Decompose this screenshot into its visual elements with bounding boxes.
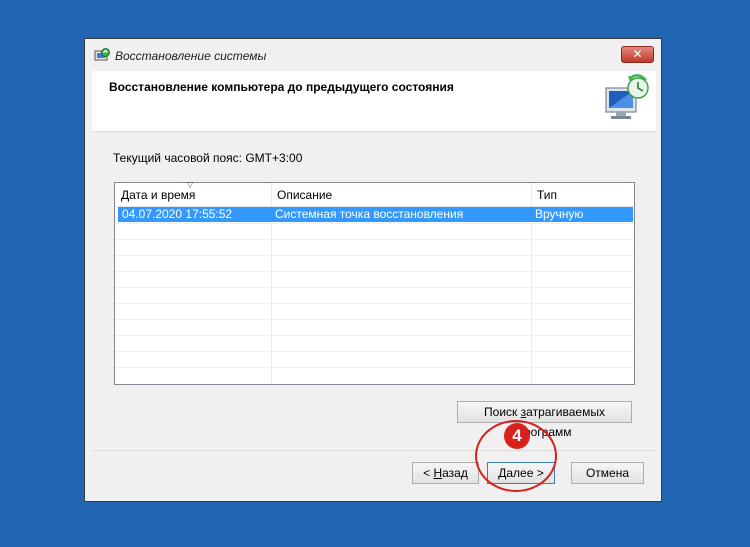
restore-computer-graphic: [605, 74, 649, 119]
cell-type: Вручную: [535, 207, 584, 221]
back-button-label-prefix: <: [423, 466, 434, 480]
row-divider: [115, 223, 634, 224]
column-description[interactable]: Описание: [271, 183, 531, 206]
row-divider: [115, 255, 634, 256]
timezone-label: Текущий часовой пояс: GMT+3:00: [113, 151, 303, 165]
column-type[interactable]: Тип: [531, 183, 634, 206]
scan-affected-programs-button[interactable]: Поиск затрагиваемых программ: [457, 401, 632, 439]
row-divider: [115, 351, 634, 352]
row-divider: [115, 367, 634, 368]
column-date-label: Дата и время: [121, 188, 196, 202]
title-bar[interactable]: Восстановление системы ✕: [85, 39, 661, 71]
back-button-label-suffix: азад: [442, 466, 468, 480]
column-date[interactable]: ▽ Дата и время: [115, 180, 271, 206]
restore-points-list[interactable]: ▽ Дата и время Описание Тип 04.07.2020 1…: [114, 180, 635, 385]
close-icon: ✕: [632, 47, 643, 61]
list-header: ▽ Дата и время Описание Тип: [115, 180, 634, 207]
header-divider: [92, 131, 656, 132]
cancel-button[interactable]: Отмена: [571, 462, 644, 484]
back-button[interactable]: < Назад: [412, 462, 479, 484]
row-divider: [115, 319, 634, 320]
system-restore-window: Восстановление системы ✕ Восстановление …: [84, 38, 662, 502]
cancel-button-label: Отмена: [585, 466, 630, 480]
scan-button-label-prefix: Поиск: [484, 405, 521, 419]
column-type-label: Тип: [537, 188, 558, 202]
footer-divider: [92, 450, 656, 451]
step-number-badge: 4: [504, 423, 530, 449]
row-divider: [115, 271, 634, 272]
row-divider: [115, 239, 634, 240]
column-description-label: Описание: [277, 188, 333, 202]
row-divider: [115, 335, 634, 336]
cell-date: 04.07.2020 17:55:52: [122, 207, 233, 221]
header-panel: Восстановление компьютера до предыдущего…: [92, 71, 656, 131]
row-divider: [115, 287, 634, 288]
window-title: Восстановление системы: [115, 49, 267, 63]
system-restore-icon: [94, 48, 110, 61]
cell-description: Системная точка восстановления: [275, 207, 464, 221]
table-row-selected[interactable]: 04.07.2020 17:55:52 Системная точка восс…: [118, 207, 633, 222]
row-divider: [115, 303, 634, 304]
close-button[interactable]: ✕: [621, 46, 654, 63]
sort-arrow-icon: ▽: [187, 180, 194, 189]
page-title: Восстановление компьютера до предыдущего…: [109, 80, 454, 94]
back-button-access-key: Н: [433, 466, 443, 480]
